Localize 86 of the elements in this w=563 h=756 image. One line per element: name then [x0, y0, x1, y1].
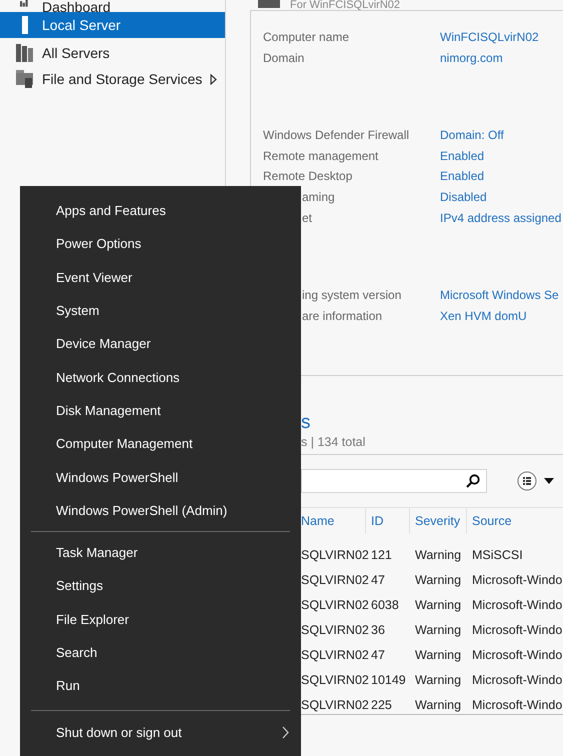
menu-item[interactable]: Computer Management	[20, 427, 301, 460]
menu-item[interactable]: Shut down or sign out	[20, 715, 301, 749]
table-cell-text: Microsoft-Windo	[471, 622, 563, 636]
menu-item[interactable]: System	[20, 294, 301, 328]
property-link[interactable]: IPv4 address assigned	[440, 208, 562, 228]
property-link[interactable]: Enabled	[440, 166, 484, 187]
property-label: ing system version	[302, 287, 402, 304]
table-cell-text: Warning	[414, 672, 462, 686]
property-link[interactable]: nimorg.com	[440, 48, 503, 68]
property-label: Remote Desktop	[263, 168, 352, 186]
table-cell-text: 47	[370, 648, 386, 662]
sidebar-item[interactable]: All Servers	[0, 40, 225, 66]
table-cell-text: MSiSCSI	[471, 548, 524, 562]
table-cell-text: 121	[370, 548, 393, 562]
table-cell-text: 47	[370, 572, 386, 586]
section-heading: s	[301, 412, 312, 434]
sidebar-item[interactable]: Local Server	[0, 12, 225, 38]
table-cell: SQLVIRN02	[301, 698, 366, 712]
table-cell-text: Microsoft-Windo	[471, 572, 563, 586]
property-label: Domain	[263, 50, 304, 67]
server-icon	[258, 0, 280, 8]
sidebar-label: File and Storage Services	[42, 72, 202, 86]
table-cell: SQLVIRN02	[301, 672, 366, 686]
menu-item[interactable]: Windows PowerShell (Admin)	[20, 494, 301, 527]
property-label: Remote management	[263, 148, 378, 165]
server-icon	[22, 16, 28, 34]
property-link[interactable]: Xen HVM domU	[440, 306, 527, 326]
table-cell-text: Warning	[414, 648, 462, 662]
table-cell-text: Microsoft-Windo	[471, 698, 563, 712]
servers-icon	[16, 44, 34, 62]
property-link[interactable]: Disabled	[440, 186, 487, 208]
table-cell-text: Microsoft-Windo	[471, 672, 563, 686]
table-cell: SQLVIRN02	[301, 648, 366, 662]
table-cell-text: 6038	[370, 598, 400, 612]
table-cell-text: Warning	[414, 572, 462, 586]
property-label: et	[302, 210, 312, 227]
table-cell: SQLVIRN02	[301, 598, 366, 612]
menu-item[interactable]: Task Manager	[20, 536, 301, 570]
menu-item[interactable]: Windows PowerShell	[20, 460, 301, 494]
table-cell: SQLVIRN02	[301, 548, 366, 562]
table-cell: SQLVIRN02	[301, 572, 366, 586]
property-link[interactable]: WinFCISQLvirN02	[440, 27, 539, 48]
menu-item[interactable]: Device Manager	[20, 327, 301, 360]
sidebar-item[interactable]: File and Storage Services	[0, 66, 225, 92]
menu-item[interactable]: Power Options	[20, 227, 301, 261]
property-link[interactable]: Enabled	[440, 146, 484, 166]
menu-item[interactable]: Search	[20, 636, 301, 670]
section-title: For WinFCISQLvirN02	[290, 0, 400, 11]
table-cell-text: 225	[370, 698, 393, 712]
sidebar-label: Local Server	[42, 18, 121, 32]
table-cell-text: 36	[370, 622, 386, 636]
menu-item[interactable]: Network Connections	[20, 360, 301, 394]
expand-arrow-icon	[210, 74, 218, 84]
property-link[interactable]: Domain: Off	[440, 125, 504, 146]
sidebar-label: All Servers	[42, 46, 110, 60]
menu-item[interactable]: Disk Management	[20, 394, 301, 428]
menu-item[interactable]: Event Viewer	[20, 260, 301, 294]
column-header[interactable]: Source	[467, 508, 563, 534]
menu-item[interactable]: Run	[20, 669, 301, 702]
table-cell-text: Warning	[414, 598, 462, 612]
folder-icon	[16, 70, 34, 88]
menu-item[interactable]: Settings	[20, 569, 301, 603]
sidebar-item[interactable]: Dashboard	[0, 0, 225, 12]
table-cell-text: Warning	[414, 622, 462, 636]
list-options-icon	[517, 471, 537, 491]
property-link[interactable]: Microsoft Windows Se	[440, 285, 559, 306]
menu-item[interactable]: Apps and Features	[20, 194, 301, 228]
table-cell-text: 10149	[370, 672, 407, 686]
property-label: are information	[302, 308, 382, 325]
property-label: aming	[302, 188, 335, 206]
table-cell-text: Warning	[414, 698, 462, 712]
event-count: s | 134 total	[301, 434, 563, 455]
column-header[interactable]: Severity	[410, 508, 467, 534]
table-cell-text: Microsoft-Windo	[471, 598, 563, 612]
caret-icon	[544, 478, 554, 484]
filter-field[interactable]	[301, 469, 487, 493]
sidebar-label: Dashboard	[42, 0, 110, 14]
table-cell: SQLVIRN02	[301, 622, 366, 636]
chevron-right-icon	[282, 726, 289, 739]
table-cell-text: Microsoft-Windo	[471, 648, 563, 662]
table-cell-text: Warning	[414, 548, 462, 562]
property-label: Windows Defender Firewall	[263, 127, 410, 144]
search-icon	[466, 474, 480, 488]
property-label: Computer name	[263, 29, 350, 46]
menu-item[interactable]: File Explorer	[20, 602, 301, 636]
column-header[interactable]: ID	[366, 508, 410, 534]
